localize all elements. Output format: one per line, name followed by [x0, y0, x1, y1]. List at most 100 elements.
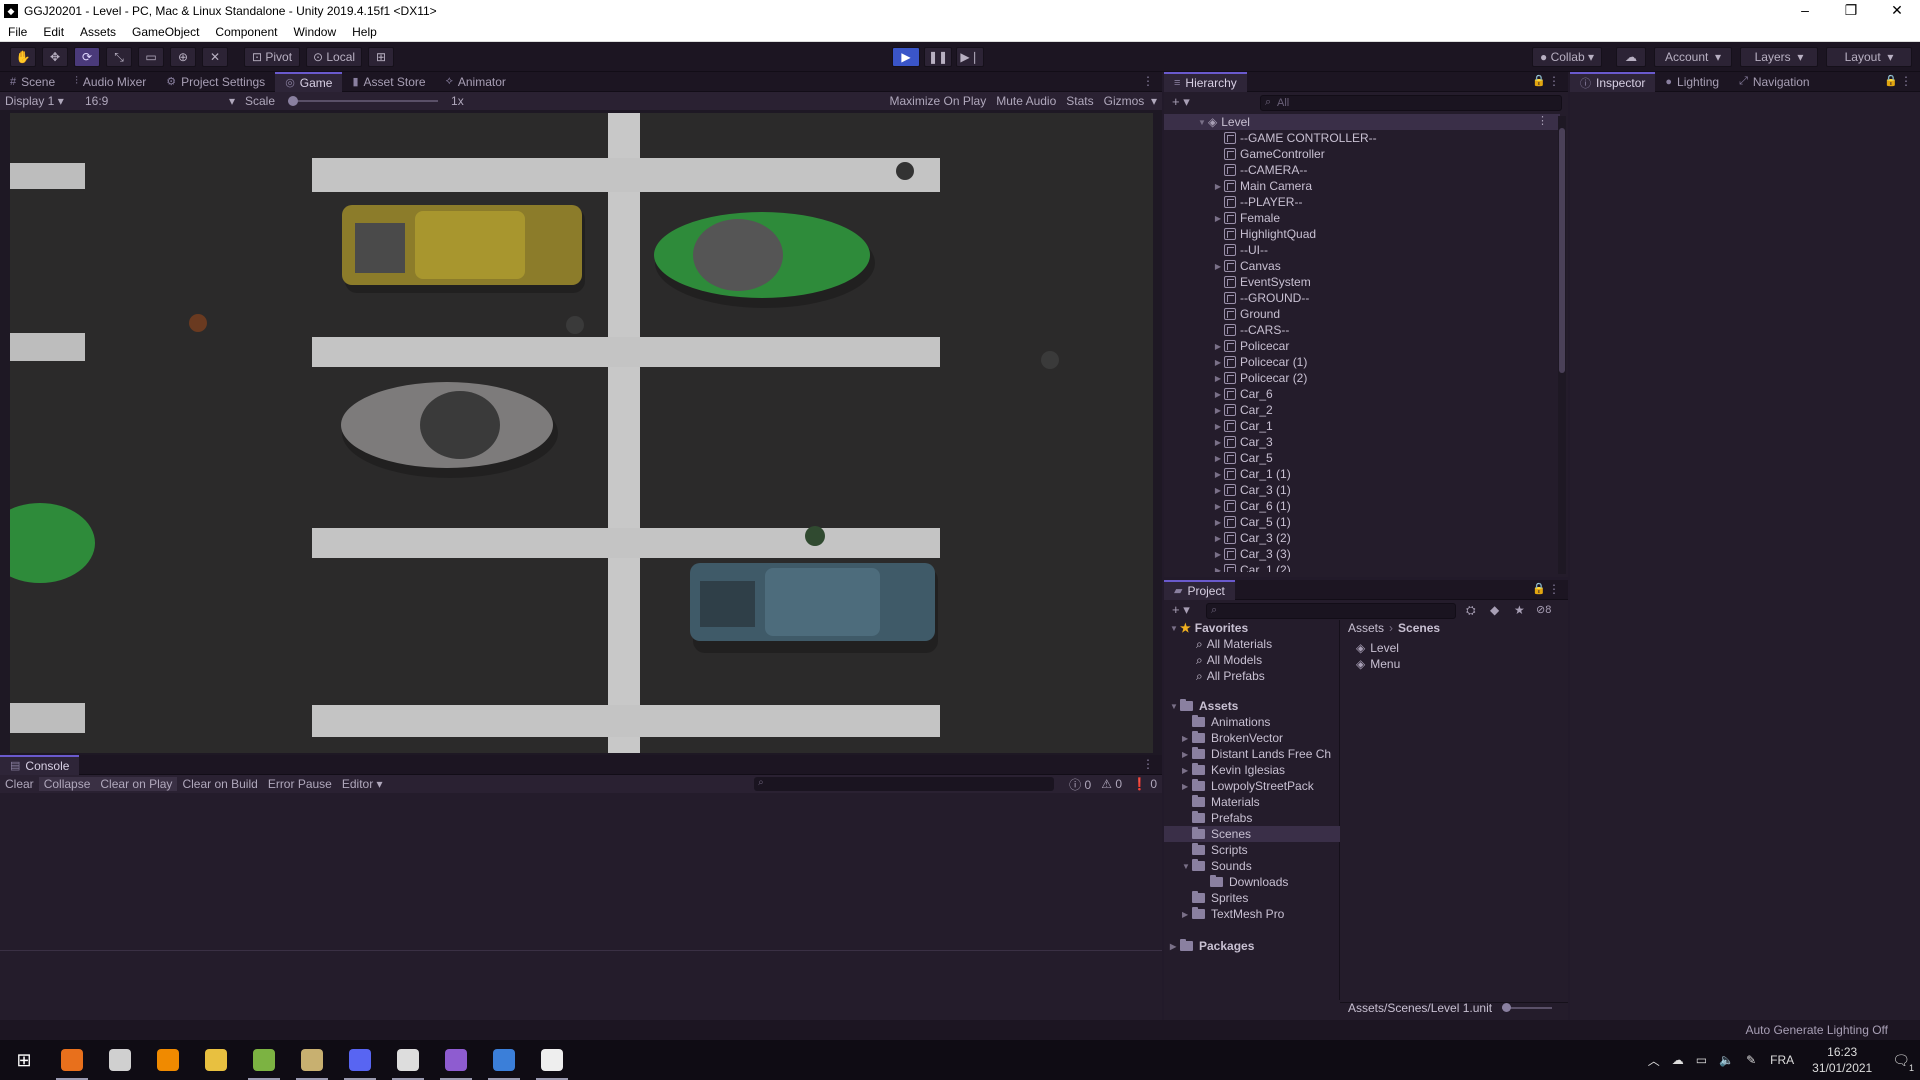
expand-arrow-icon[interactable]: ▶	[1182, 910, 1192, 919]
close-button[interactable]: ✕	[1874, 0, 1920, 22]
project-folder-item[interactable]: ▶ LowpolyStreetPack	[1182, 778, 1340, 794]
tab-asset-store[interactable]: ▮ Asset Store	[342, 72, 435, 92]
project-folder-item[interactable]: Downloads	[1200, 874, 1340, 890]
aspect-dropdown[interactable]: 16:9 ▾	[80, 94, 240, 108]
expand-arrow-icon[interactable]: ▶	[1212, 470, 1224, 479]
expand-arrow-icon[interactable]: ▶	[1182, 750, 1192, 759]
scale-slider[interactable]	[288, 96, 439, 106]
tab-inspector[interactable]: ⓘ Inspector	[1570, 71, 1656, 92]
unity-taskbar-button[interactable]	[384, 1040, 432, 1080]
favorites-header[interactable]: ▼ ★ Favorites	[1170, 620, 1248, 636]
hierarchy-item[interactable]: ▶ Policecar (2)	[1212, 370, 1307, 386]
panel-menu-icon[interactable]: ⋮	[1142, 757, 1154, 771]
hierarchy-item[interactable]: HighlightQuad	[1212, 226, 1316, 242]
hierarchy-item[interactable]: --UI--	[1212, 242, 1268, 258]
warning-count-toggle[interactable]: ⚠ 0	[1096, 777, 1127, 791]
menu-edit[interactable]: Edit	[35, 25, 72, 39]
breadcrumb-assets[interactable]: Assets	[1348, 621, 1384, 635]
menu-window[interactable]: Window	[285, 25, 344, 39]
expand-arrow-icon[interactable]: ▶	[1212, 518, 1224, 527]
auto-lighting-status[interactable]: Auto Generate Lighting Off	[1745, 1023, 1888, 1037]
foxhole-taskbar-button[interactable]	[96, 1040, 144, 1080]
panel-menu-icon[interactable]: ⋮	[1900, 74, 1912, 88]
pen-icon[interactable]: ✎	[1746, 1053, 1756, 1067]
start-button[interactable]: ⊞	[0, 1040, 48, 1080]
panel-menu-icon[interactable]: ⋮	[1142, 74, 1154, 88]
error-pause-toggle[interactable]: Error Pause	[263, 777, 337, 791]
tab-game[interactable]: ◎ Game	[275, 71, 343, 92]
hierarchy-root-item[interactable]: ▼ ◈ Level	[1196, 114, 1250, 130]
project-folder-item[interactable]: ▶ TextMesh Pro	[1182, 906, 1340, 922]
favorite-item[interactable]: ⌕ All Models	[1196, 652, 1262, 668]
collapse-toggle[interactable]: Collapse	[38, 777, 96, 791]
hierarchy-item[interactable]: ▶ Car_3 (2)	[1212, 530, 1291, 546]
project-folder-item[interactable]: ▶ BrokenVector	[1182, 730, 1340, 746]
scale-tool-icon[interactable]: ⤡	[106, 47, 132, 67]
vlc-taskbar-button[interactable]	[144, 1040, 192, 1080]
hierarchy-item[interactable]: ▶ Car_3 (3)	[1212, 546, 1291, 562]
info-count-toggle[interactable]: ⓘ 0	[1064, 776, 1096, 793]
tab-hierarchy[interactable]: ≡ Hierarchy	[1164, 71, 1247, 92]
firefox-taskbar-button[interactable]	[48, 1040, 96, 1080]
account-dropdown[interactable]: Account ▾	[1654, 47, 1732, 67]
tab-scene[interactable]: # Scene	[0, 72, 65, 92]
hierarchy-item[interactable]: ▶ Main Camera	[1212, 178, 1312, 194]
expand-arrow-icon[interactable]: ▶	[1212, 390, 1224, 399]
add-object-button[interactable]: + ▾	[1172, 94, 1190, 110]
hierarchy-item[interactable]: --CARS--	[1212, 322, 1289, 338]
expand-arrow-icon[interactable]: ▼	[1170, 624, 1180, 633]
assets-header[interactable]: ▼ Assets	[1170, 698, 1238, 714]
expand-arrow-icon[interactable]: ▼	[1170, 702, 1180, 711]
lock-icon[interactable]: 🔒	[1532, 74, 1546, 87]
hierarchy-scroll-thumb[interactable]	[1559, 128, 1565, 373]
favorite-star-icon[interactable]: ★	[1514, 603, 1525, 617]
favorite-item[interactable]: ⌕ All Prefabs	[1196, 668, 1265, 684]
grid-snap-icon[interactable]: ⊞	[368, 47, 394, 67]
console-search-input[interactable]: ⌕	[754, 777, 1055, 791]
scale-slider-handle[interactable]	[288, 96, 299, 106]
tab-project[interactable]: ▰ Project	[1164, 579, 1235, 600]
discord-taskbar-button[interactable]	[336, 1040, 384, 1080]
scene-file-item[interactable]: ◈ Level	[1356, 640, 1399, 656]
hierarchy-item[interactable]: EventSystem	[1212, 274, 1311, 290]
clear-on-play-toggle[interactable]: Clear on Play	[95, 777, 178, 791]
hierarchy-item[interactable]: ▶ Female	[1212, 210, 1280, 226]
hierarchy-item[interactable]: ▶ Car_3 (1)	[1212, 482, 1291, 498]
play-button[interactable]: ▶	[892, 47, 920, 67]
panel-menu-icon[interactable]: ⋮	[1548, 74, 1560, 88]
local-toggle[interactable]: ⊙ Local	[306, 47, 362, 67]
project-folder-item[interactable]: Materials	[1182, 794, 1340, 810]
hierarchy-item[interactable]: ▶ Car_1 (1)	[1212, 466, 1291, 482]
rotate-tool-icon[interactable]: ⟳	[74, 47, 100, 67]
menu-file[interactable]: File	[0, 25, 35, 39]
hierarchy-item[interactable]: ▶ Car_5 (1)	[1212, 514, 1291, 530]
hierarchy-item[interactable]: --CAMERA--	[1212, 162, 1307, 178]
hierarchy-item[interactable]: --GROUND--	[1212, 290, 1309, 306]
expand-arrow-icon[interactable]: ▶	[1212, 454, 1224, 463]
hierarchy-root-row[interactable]: ▼ ◈ Level ⋮	[1164, 114, 1560, 130]
tray-chevron-icon[interactable]: ︿	[1648, 1052, 1660, 1069]
project-folder-item[interactable]: Animations	[1182, 714, 1340, 730]
expand-arrow-icon[interactable]: ▶	[1212, 214, 1224, 223]
expand-arrow-icon[interactable]: ▶	[1212, 566, 1224, 573]
hierarchy-item[interactable]: ▶ Car_1 (2)	[1212, 562, 1291, 572]
menu-gameobject[interactable]: GameObject	[124, 25, 207, 39]
tab-navigation[interactable]: ⤢ Navigation	[1729, 72, 1820, 92]
gizmos-dropdown[interactable]: Gizmos ▾	[1099, 94, 1162, 108]
pivot-toggle[interactable]: ⊡ Pivot	[244, 47, 300, 67]
panel-menu-icon[interactable]: ⋮	[1548, 582, 1560, 596]
hidden-packages-toggle[interactable]: ⊘8	[1536, 603, 1551, 616]
7zip-taskbar-button[interactable]	[528, 1040, 576, 1080]
notification-center-button[interactable]: 🗨 1	[1892, 1052, 1914, 1073]
layout-dropdown[interactable]: Layout ▾	[1826, 47, 1912, 67]
hierarchy-item[interactable]: ▶ Policecar	[1212, 338, 1289, 354]
search-by-type-icon[interactable]: ⛭	[1466, 603, 1476, 618]
clear-on-build-toggle[interactable]: Clear on Build	[177, 777, 262, 791]
tab-audio-mixer[interactable]: ⫶ Audio Mixer	[65, 72, 156, 92]
expand-arrow-icon[interactable]: ▶	[1212, 262, 1224, 271]
hierarchy-item[interactable]: GameController	[1212, 146, 1325, 162]
hierarchy-item[interactable]: ▶ Policecar (1)	[1212, 354, 1307, 370]
favorite-item[interactable]: ⌕ All Materials	[1196, 636, 1272, 652]
cloud-icon[interactable]: ☁	[1616, 47, 1646, 67]
pause-button[interactable]: ❚❚	[924, 47, 952, 67]
